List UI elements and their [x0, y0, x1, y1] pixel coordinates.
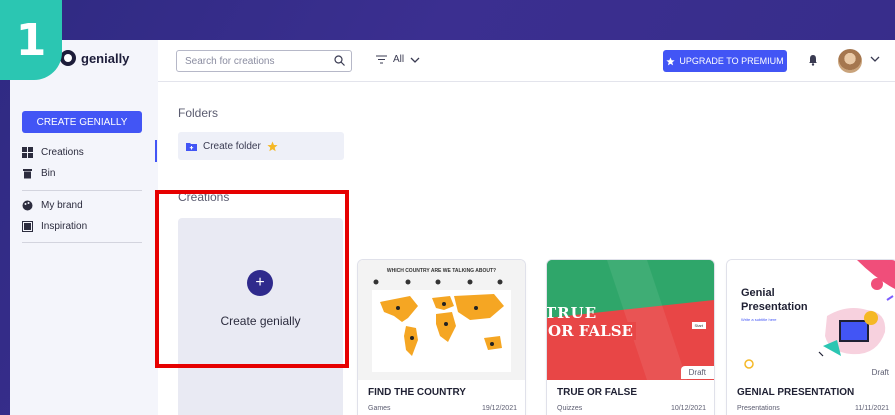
card-title: TRUE OR FALSE [557, 387, 638, 398]
world-map-icon [372, 279, 511, 372]
upgrade-label: UPGRADE TO PREMIUM [679, 56, 784, 66]
draft-badge: Draft [680, 366, 714, 379]
creation-card[interactable]: TRUE OR FALSE Start Draft TRUE OR FALSE … [547, 260, 714, 415]
sidebar-item-creations[interactable]: Creations [22, 147, 84, 158]
avatar[interactable] [838, 49, 862, 73]
true-text: TRUE [547, 304, 598, 322]
filter-dropdown[interactable]: All [376, 54, 420, 65]
folders-title: Folders [178, 106, 219, 120]
search-input[interactable] [177, 51, 327, 72]
step-badge: 1 [0, 0, 62, 80]
sidebar-item-bin[interactable]: Bin [22, 168, 55, 179]
card-thumbnail: Genial Presentation Write a subtitle her… [727, 260, 895, 380]
filter-label: All [393, 54, 405, 65]
creation-card[interactable]: WHICH COUNTRY ARE WE TALKING ABOUT? FIND… [358, 260, 525, 415]
create-folder-label: Create folder [203, 140, 261, 152]
card-category: Quizzes [557, 405, 583, 412]
card-category: Games [368, 405, 391, 412]
divider [22, 190, 142, 191]
create-folder-button[interactable]: Create folder [178, 132, 344, 160]
sidebar-item-my-brand[interactable]: My brand [22, 200, 83, 211]
sidebar-item-inspiration[interactable]: Inspiration [22, 221, 87, 232]
sidebar-item-label: Creations [41, 147, 84, 158]
genially-logo-icon [60, 50, 76, 66]
sidebar-item-label: Bin [41, 168, 56, 179]
folder-plus-icon [186, 142, 197, 151]
sidebar: genially CREATE GENIALLY Creations Bin M… [10, 40, 158, 415]
filter-icon [376, 55, 387, 64]
sidebar-item-label: Inspiration [41, 221, 88, 232]
logo-text: genially [81, 50, 130, 66]
card-date: 10/12/2021 [670, 405, 706, 412]
bell-icon[interactable] [808, 54, 818, 66]
logo[interactable]: genially [60, 50, 129, 66]
trash-icon [23, 169, 32, 179]
app-window: genially CREATE GENIALLY Creations Bin M… [10, 40, 895, 415]
upgrade-button[interactable]: UPGRADE TO PREMIUM [663, 50, 787, 72]
card-title: GENIAL PRESENTATION [737, 387, 855, 398]
star-icon [267, 141, 278, 151]
image-icon [22, 221, 33, 232]
highlight-box [155, 190, 349, 368]
creation-card[interactable]: Genial Presentation Write a subtitle her… [727, 260, 895, 415]
search-box[interactable] [176, 50, 352, 72]
star-icon [666, 56, 676, 65]
divider [22, 242, 142, 243]
false-text: OR FALSE [547, 322, 636, 340]
start-label: Start [691, 322, 706, 329]
sidebar-item-label: My brand [41, 200, 83, 211]
create-genially-button[interactable]: CREATE GENIALLY [22, 111, 142, 133]
topbar: All UPGRADE TO PREMIUM [158, 40, 895, 82]
card-date: 19/12/2021 [481, 405, 517, 412]
active-indicator [155, 140, 157, 162]
card-thumbnail: WHICH COUNTRY ARE WE TALKING ABOUT? [358, 260, 525, 380]
grid-icon [22, 147, 33, 158]
palette-icon [22, 200, 33, 211]
card-date: 11/11/2021 [855, 405, 889, 412]
chevron-down-icon[interactable] [870, 56, 880, 62]
chevron-down-icon [410, 57, 420, 63]
presentation-illustration-icon [744, 260, 895, 369]
card-title: FIND THE COUNTRY [368, 387, 466, 398]
card-category: Presentations [737, 405, 780, 412]
draft-badge: Draft [863, 366, 895, 379]
card-thumbnail: TRUE OR FALSE Start [547, 260, 714, 380]
search-icon[interactable] [334, 55, 345, 66]
